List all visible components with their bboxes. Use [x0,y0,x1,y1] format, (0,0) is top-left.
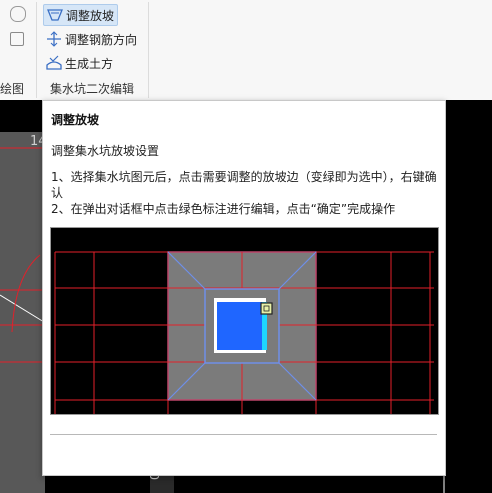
group-divider [148,2,149,98]
checkbox-icon[interactable] [10,32,24,46]
clock-icon[interactable] [10,6,26,22]
tooltip-steps: 1、选择集水坑图元后，点击需要调整的放坡边（变绿即为选中），右键确认 2、在弹出… [51,169,437,217]
group-divider [36,2,37,98]
adjust-rebar-direction-label: 调整钢筋方向 [65,32,138,47]
generate-earthwork-label: 生成土方 [65,56,114,71]
rebar-direction-icon [47,31,61,47]
tooltip-step-2: 2、在弹出对话框中点击绿色标注进行编辑，点击“确定”完成操作 [51,202,396,216]
tooltip-divider [50,434,437,435]
slope-icon [47,9,63,21]
pit-fill [217,302,263,350]
tooltip-subtitle: 调整集水坑放坡设置 [51,144,160,158]
ribbon-toolbar: 绘图 调整放坡 调整钢筋方向 生成土方 集水坑二次编辑 [0,0,492,101]
tooltip-title: 调整放坡 [51,113,100,127]
tooltip-step-1: 1、选择集水坑图元后，点击需要调整的放坡边（变绿即为选中），右键确认 [51,170,437,200]
ribbon-group-label: 集水坑二次编辑 [50,82,135,96]
tooltip-panel: 调整放坡 调整集水坑放坡设置 1、选择集水坑图元后，点击需要调整的放坡边（变绿即… [42,100,446,476]
left-gray-area [0,132,45,493]
adjust-slope-button[interactable]: 调整放坡 [43,4,119,26]
left-group-label: 绘图 [0,82,25,96]
tooltip-preview-image [50,227,439,415]
edit-handle [260,302,273,315]
adjust-slope-label: 调整放坡 [66,8,115,23]
adjust-rebar-direction-button[interactable]: 调整钢筋方向 [43,29,140,49]
generate-earthwork-button[interactable]: 生成土方 [43,53,116,73]
earthwork-icon [46,55,62,70]
pit-slope-illustration [54,251,434,414]
